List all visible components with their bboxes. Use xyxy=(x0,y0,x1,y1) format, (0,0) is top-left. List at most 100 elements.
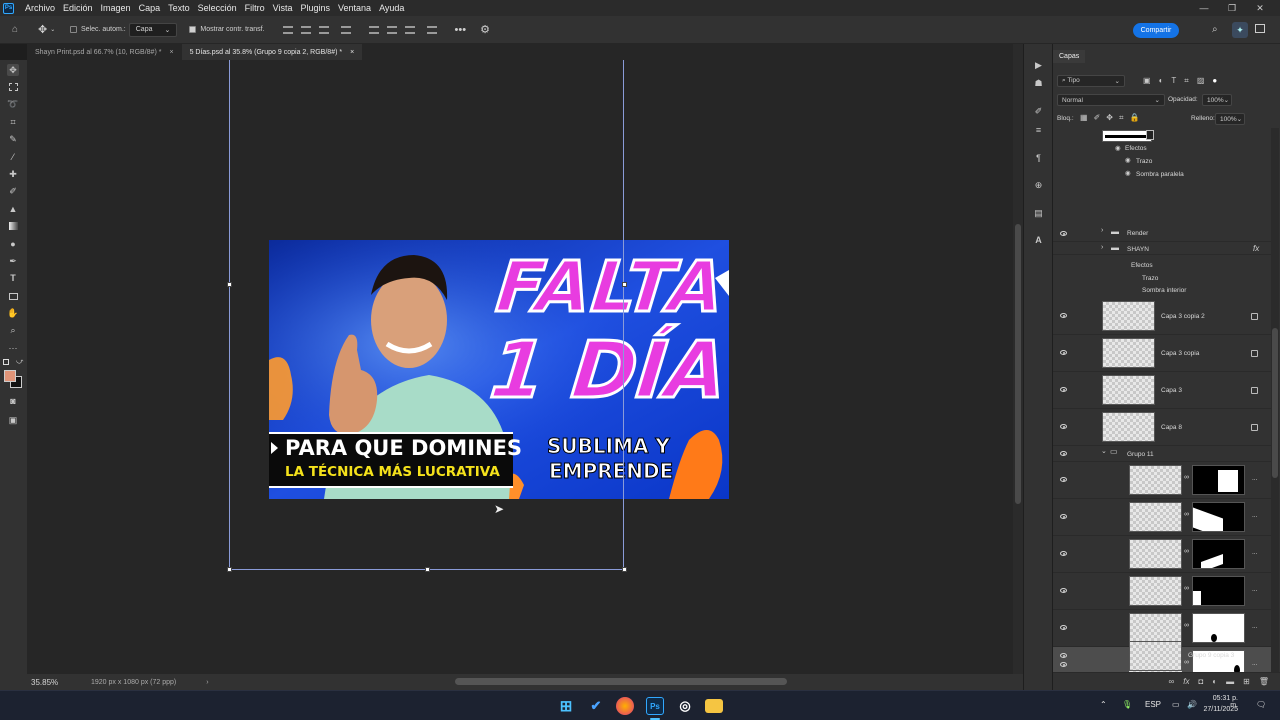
lock-position-icon[interactable]: ✥ xyxy=(1106,113,1113,123)
show-transform-checkbox[interactable] xyxy=(189,26,197,33)
layer-row-capa-3-copia-2[interactable]: Capa 3 copia 2 xyxy=(1053,298,1271,335)
auto-select-toggle[interactable]: Selec. autom.: Capa ⌄ xyxy=(70,16,178,44)
lock-artboard-icon[interactable]: ⌗ xyxy=(1119,113,1124,123)
more-icon[interactable]: ... xyxy=(1252,475,1257,482)
lock-pixels-icon[interactable]: ✐ xyxy=(1094,113,1101,123)
link-icon[interactable]: ∞ xyxy=(1184,585,1189,592)
show-hidden-icons-icon[interactable]: ⌃ xyxy=(1100,700,1107,709)
gear-icon[interactable]: ⚙ xyxy=(480,16,490,44)
transform-handle[interactable] xyxy=(622,567,627,572)
align-top-icon[interactable] xyxy=(368,25,379,34)
layer-row-render[interactable]: › ▬ Render xyxy=(1053,224,1271,242)
visibility-eye-icon[interactable] xyxy=(1060,662,1067,667)
file-explorer-icon[interactable] xyxy=(705,699,723,713)
layer-row-capa-3[interactable]: Capa 3 xyxy=(1053,372,1271,409)
align-bottom-icon[interactable] xyxy=(404,25,415,34)
visibility-eye-icon[interactable] xyxy=(1060,350,1067,355)
transform-handle[interactable] xyxy=(227,282,232,287)
link-icon[interactable]: ∞ xyxy=(1184,622,1189,629)
layer-row-capa-3-copia[interactable]: Capa 3 copia xyxy=(1053,335,1271,372)
align-center-icon[interactable] xyxy=(300,25,311,34)
tab-capas[interactable]: Capas xyxy=(1053,50,1086,63)
input-language[interactable]: ESP xyxy=(1145,700,1161,709)
layer-row-capa-8[interactable]: Capa 8 xyxy=(1053,409,1271,446)
brush-settings-icon[interactable]: ✐ xyxy=(1033,106,1044,117)
filter-type-icon[interactable]: T xyxy=(1171,76,1176,86)
status-arrow-icon[interactable]: › xyxy=(206,679,208,686)
gradient-tool-icon[interactable] xyxy=(7,220,19,232)
menu-archivo[interactable]: Archivo xyxy=(21,3,59,13)
character-icon[interactable]: A xyxy=(1033,234,1044,245)
stamp-tool-icon[interactable]: ▲ xyxy=(7,203,19,215)
layer-mask-thumbnail[interactable] xyxy=(1192,465,1245,495)
visibility-eye-icon[interactable] xyxy=(1060,551,1067,556)
layer-row-masked[interactable]: ∞ ... xyxy=(1053,573,1271,610)
shape-tool-icon[interactable] xyxy=(7,290,19,302)
eyedropper-tool-icon[interactable]: ⁄ xyxy=(7,151,19,163)
move-tool-icon[interactable]: ✥ xyxy=(7,64,19,76)
collapse-chevron-icon[interactable]: ⌄ xyxy=(1101,447,1107,455)
adjustment-layer-icon[interactable]: ◐ xyxy=(1212,677,1217,686)
layer-row-masked[interactable]: ∞ ... xyxy=(1053,536,1271,573)
more-icon[interactable]: ... xyxy=(1252,660,1257,667)
auto-select-checkbox[interactable] xyxy=(70,26,77,33)
effects-eye-icon[interactable]: ◉ xyxy=(1115,144,1121,152)
opacity-input[interactable]: 100% ⌄ xyxy=(1202,94,1232,106)
transform-handle[interactable] xyxy=(425,567,430,572)
visibility-eye-icon[interactable] xyxy=(1060,451,1067,456)
transform-handle[interactable] xyxy=(622,282,627,287)
libraries-icon[interactable]: ▤ xyxy=(1033,208,1044,219)
menu-imagen[interactable]: Imagen xyxy=(97,3,135,13)
link-icon[interactable]: ∞ xyxy=(1184,659,1189,666)
swap-colors-icon[interactable]: ⤻ xyxy=(16,358,23,366)
properties-icon[interactable]: ≡ xyxy=(1033,124,1044,135)
link-layers-icon[interactable]: ∞ xyxy=(1169,677,1175,686)
layer-row-shayn[interactable]: › ▬ SHAYN fx xyxy=(1053,242,1271,255)
auto-select-dropdown[interactable]: Capa ⌄ xyxy=(128,22,178,37)
volume-icon[interactable]: 🔊 xyxy=(1187,700,1197,709)
layer-mask-thumbnail[interactable] xyxy=(1192,613,1245,643)
more-icon[interactable]: ... xyxy=(1252,549,1257,556)
marquee-tool-icon[interactable] xyxy=(7,81,19,93)
hand-tool-icon[interactable]: ✋ xyxy=(7,307,19,319)
horizontal-scroll-thumb[interactable] xyxy=(455,678,787,685)
search-icon[interactable]: ⌕ xyxy=(1212,24,1218,35)
firefox-icon[interactable] xyxy=(616,697,634,715)
delete-layer-icon[interactable]: 🗑 xyxy=(1259,677,1269,686)
visibility-eye-icon[interactable] xyxy=(1060,477,1067,482)
lock-all-icon[interactable]: 🔒 xyxy=(1129,113,1139,123)
transform-bounding-box[interactable] xyxy=(227,60,627,572)
zoom-tool-icon[interactable]: ⌕ xyxy=(7,324,19,336)
glyph-icon[interactable]: ⊕ xyxy=(1033,180,1044,191)
layer-mask-thumbnail[interactable] xyxy=(1192,576,1245,606)
filter-toggle-icon[interactable]: ● xyxy=(1212,76,1217,86)
move-tool-preset-icon[interactable]: ✥ ⌄ xyxy=(38,16,64,44)
more-options-icon[interactable]: ••• xyxy=(455,16,467,44)
quick-mask-icon[interactable]: ◙ xyxy=(7,395,19,407)
blend-mode-dropdown[interactable]: Normal ⌄ xyxy=(1057,94,1165,106)
visibility-eye-icon[interactable] xyxy=(1060,231,1067,236)
scroll-thumb[interactable] xyxy=(1015,224,1021,504)
layer-row-masked[interactable]: ∞ ... xyxy=(1053,499,1271,536)
screen-mode-icon[interactable]: ▣ xyxy=(7,414,19,426)
crop-tool-icon[interactable]: ⌗ xyxy=(7,116,19,128)
obs-icon[interactable]: ◎ xyxy=(676,697,694,715)
menu-ventana[interactable]: Ventana xyxy=(334,3,375,13)
todo-app-icon[interactable]: ✔ xyxy=(587,697,605,715)
minimize-icon[interactable]: — xyxy=(1190,0,1218,16)
more-icon[interactable]: ... xyxy=(1252,586,1257,593)
visibility-eye-icon[interactable] xyxy=(1060,313,1067,318)
visibility-eye-icon[interactable] xyxy=(1060,625,1067,630)
visibility-eye-icon[interactable] xyxy=(1060,387,1067,392)
menu-texto[interactable]: Texto xyxy=(164,3,194,13)
paragraph-icon[interactable]: ¶ xyxy=(1033,152,1044,163)
layer-row-grupo-11[interactable]: ⌄ ▭ Grupo 11 xyxy=(1053,446,1271,462)
show-transform-toggle[interactable]: Mostrar contr. transf. xyxy=(189,16,265,44)
clock-date[interactable]: 27/11/2025 xyxy=(1203,706,1238,713)
type-tool-icon[interactable]: T xyxy=(7,272,19,284)
lock-transparency-icon[interactable]: ▦ xyxy=(1080,113,1088,123)
dodge-tool-icon[interactable]: ● xyxy=(7,238,19,250)
menu-seleccion[interactable]: Selección xyxy=(194,3,241,13)
layers-list[interactable]: ◉ Efectos ◉ Trazo ◉ Sombra paralela › ▬ … xyxy=(1053,128,1271,672)
link-icon[interactable]: ∞ xyxy=(1184,474,1189,481)
